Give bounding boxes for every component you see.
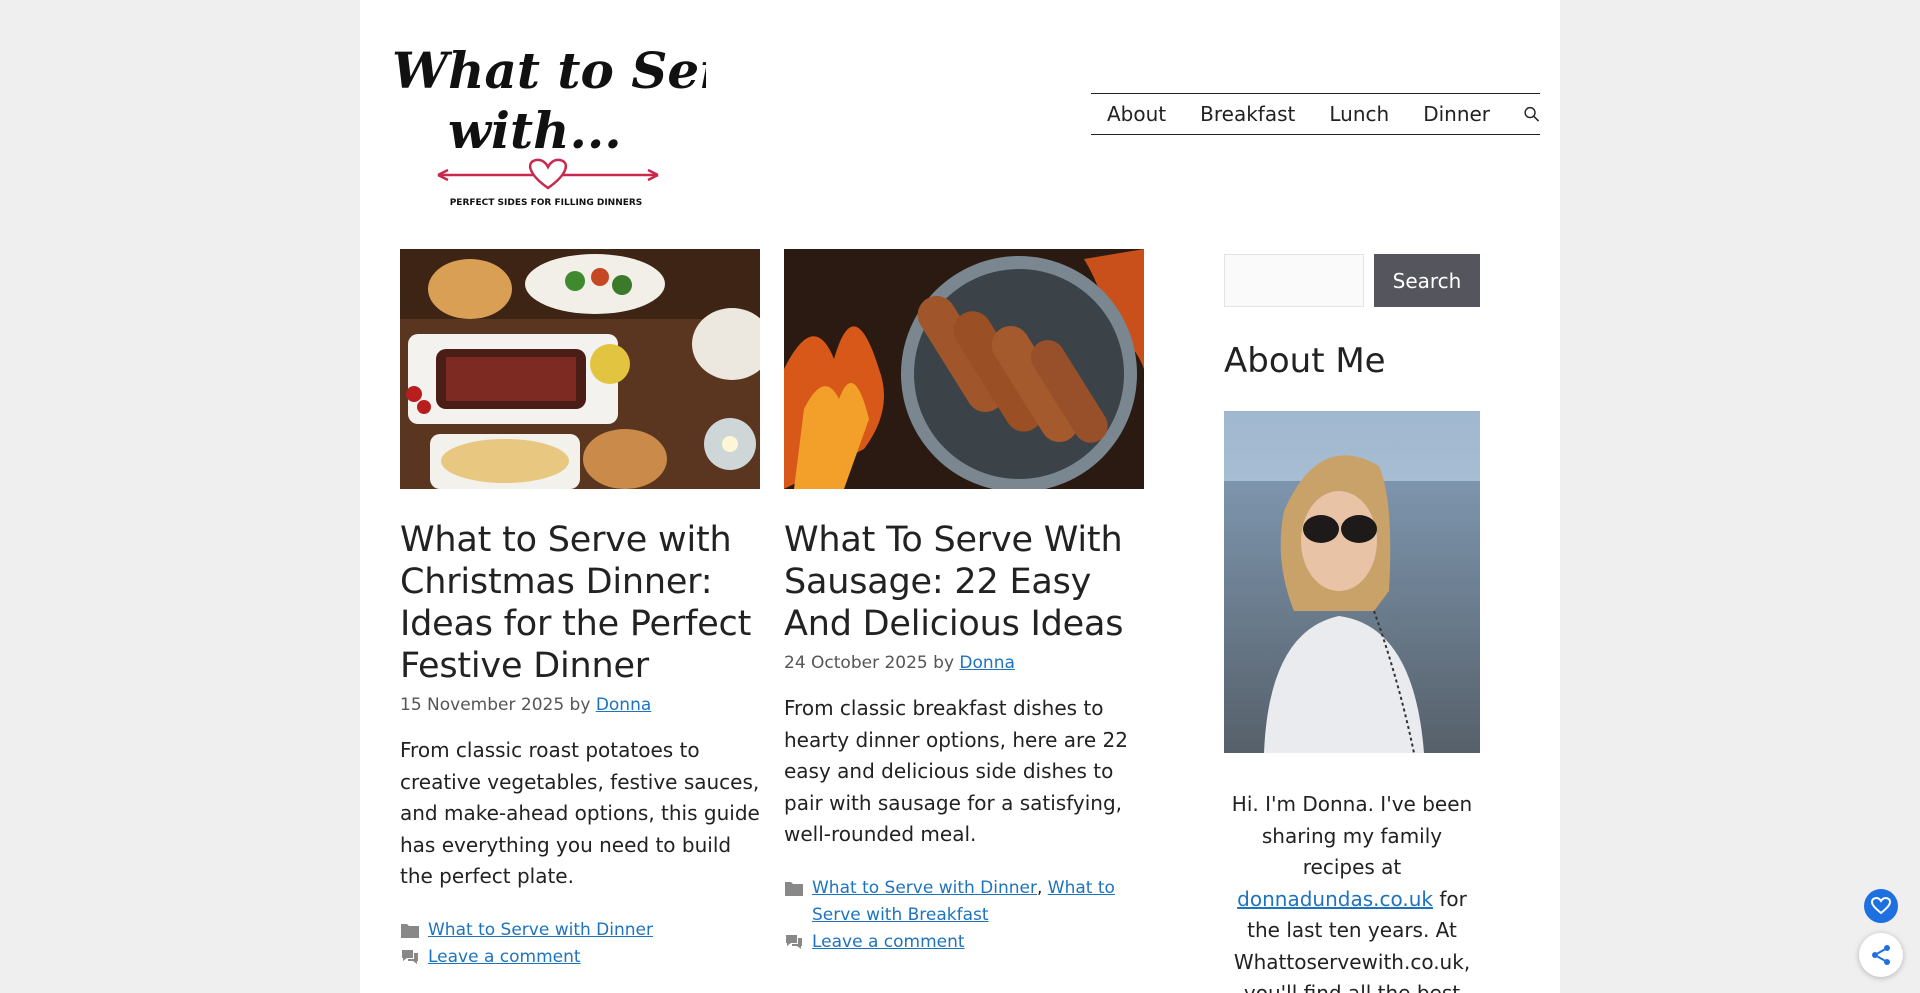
post-date: 24 October 2025 (784, 653, 928, 673)
post-footer: What to Serve with Dinner, What to Serve… (784, 875, 1144, 956)
category-separator: , (1036, 877, 1048, 898)
nav-item-lunch[interactable]: Lunch (1329, 102, 1389, 126)
post-meta: 24 October 2025 by Donna (784, 653, 1144, 673)
post-categories: What to Serve with Dinner, What to Serve… (784, 875, 1144, 929)
about-me-photo (1224, 411, 1480, 753)
about-me-intro: Hi. I'm Donna. I've been sharing my fami… (1231, 792, 1473, 879)
category-link[interactable]: What to Serve with Dinner (428, 917, 653, 944)
about-me-heading: About Me (1224, 341, 1386, 381)
comments-icon (402, 949, 418, 964)
post-excerpt: From classic breakfast dishes to hearty … (784, 696, 1128, 846)
logo-line2: with... (448, 101, 622, 160)
post-thumbnail-christmas-dinner[interactable] (400, 249, 760, 489)
nav-item-dinner[interactable]: Dinner (1423, 102, 1490, 126)
folder-icon (401, 923, 419, 938)
post-meta: 15 November 2025 by Donna (400, 695, 760, 715)
leave-comment-link[interactable]: Leave a comment (812, 929, 965, 956)
post-categories: What to Serve with Dinner (400, 917, 760, 944)
logo-line1: What to Serve (392, 41, 706, 100)
post-comments: Leave a comment (400, 944, 760, 971)
heart-icon (1871, 897, 1891, 915)
post-footer: What to Serve with Dinner Leave a commen… (400, 917, 760, 971)
post-date: 15 November 2025 (400, 695, 565, 715)
category-link[interactable]: What to Serve with Dinner (812, 878, 1037, 898)
logo-heart-icon (528, 158, 568, 190)
post-by: by (933, 653, 955, 673)
post-card: What To Serve With Sausage: 22 Easy And … (784, 249, 1144, 956)
sidebar: Search About Me Hi. I'm Donna. I've been… (1224, 254, 1480, 993)
post-by: by (569, 695, 591, 715)
share-icon (1872, 945, 1890, 965)
post-title[interactable]: What To Serve With Sausage: 22 Easy And … (784, 519, 1144, 645)
logo-tagline: PERFECT SIDES FOR FILLING DINNERS (450, 198, 643, 208)
nav-item-breakfast[interactable]: Breakfast (1200, 102, 1295, 126)
comments-icon (786, 934, 802, 949)
main-navigation: About Breakfast Lunch Dinner (1091, 93, 1540, 135)
favorite-heart-button[interactable] (1864, 889, 1898, 923)
post-excerpt: From classic roast potatoes to creative … (400, 738, 760, 888)
sidebar-search-button[interactable]: Search (1374, 254, 1480, 307)
post-author-link[interactable]: Donna (959, 653, 1014, 673)
nav-item-about[interactable]: About (1107, 102, 1166, 126)
folder-icon (785, 881, 803, 896)
page-container: What to Serve with... PERFECT SIDES FOR … (360, 0, 1560, 993)
post-card: What to Serve with Christmas Dinner: Ide… (400, 249, 760, 971)
post-comments: Leave a comment (784, 929, 1144, 956)
about-me-site-link[interactable]: donnadundas.co.uk (1237, 887, 1433, 911)
search-icon[interactable] (1523, 102, 1540, 126)
sidebar-search-input[interactable] (1224, 254, 1364, 307)
leave-comment-link[interactable]: Leave a comment (428, 944, 581, 971)
post-author-link[interactable]: Donna (596, 695, 651, 715)
about-me-text: Hi. I'm Donna. I've been sharing my fami… (1224, 789, 1480, 993)
share-button[interactable] (1859, 933, 1903, 977)
sidebar-search: Search (1224, 254, 1480, 307)
post-thumbnail-sausage[interactable] (784, 249, 1144, 489)
site-logo[interactable]: What to Serve with... PERFECT SIDES FOR … (386, 10, 706, 210)
post-title[interactable]: What to Serve with Christmas Dinner: Ide… (400, 519, 760, 687)
